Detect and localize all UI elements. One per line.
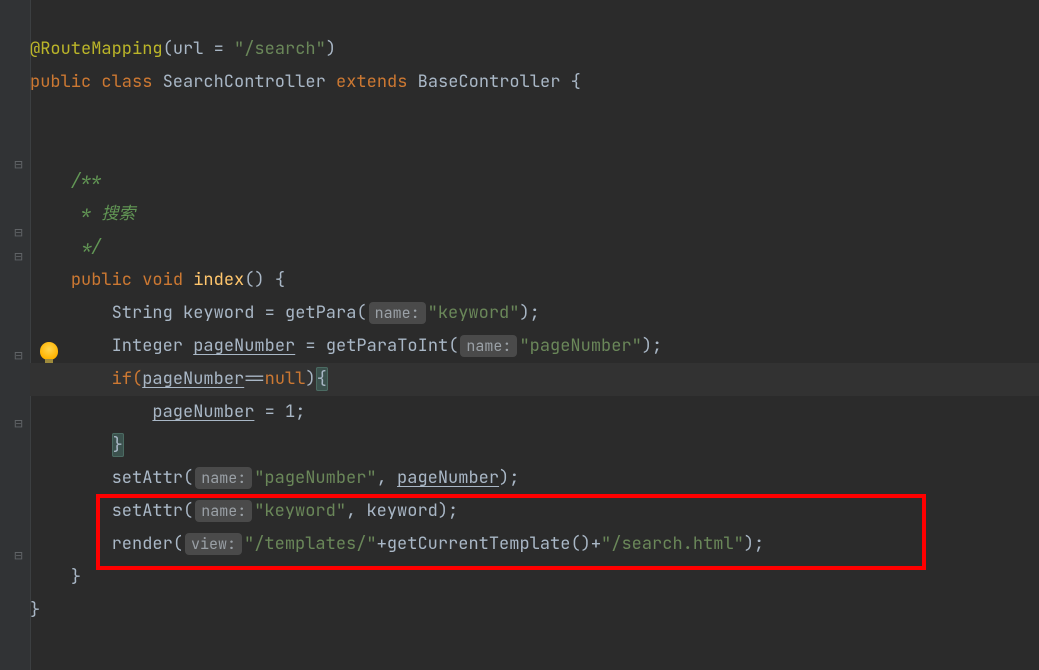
brace: } — [30, 599, 40, 621]
gutter — [0, 0, 31, 670]
punct: () { — [244, 269, 285, 291]
code-line: setAttr(name:"keyword", keyword); — [30, 495, 1039, 528]
string-literal: "keyword" — [428, 302, 520, 324]
method-name: index — [193, 269, 244, 291]
string-literal: "keyword" — [254, 500, 346, 522]
intention-bulb-icon[interactable] — [40, 342, 60, 362]
keyword: null — [265, 368, 306, 390]
string-literal: "/search" — [234, 38, 326, 60]
class-name: BaseController — [418, 71, 561, 93]
code: render( — [112, 533, 183, 555]
fold-icon[interactable] — [12, 549, 25, 562]
param-hint: name: — [460, 335, 517, 357]
keyword: if( — [112, 368, 143, 390]
code-line: } — [30, 429, 1039, 462]
code-line: } — [30, 561, 1039, 594]
code-line: * 搜索 — [30, 198, 1039, 231]
code: Integer — [112, 335, 194, 357]
punct: ) — [305, 368, 315, 390]
variable: pageNumber — [397, 467, 499, 489]
fold-icon[interactable] — [12, 250, 25, 263]
code-line-highlighted: if(pageNumber==null){ — [30, 363, 1039, 396]
fold-icon[interactable] — [12, 417, 25, 430]
punct: ); — [642, 335, 662, 357]
string-literal: "/templates/" — [244, 533, 377, 555]
keyword: public — [71, 269, 132, 291]
code-line: /** — [30, 165, 1039, 198]
code: setAttr( — [112, 500, 194, 522]
keyword: class — [101, 71, 152, 93]
keyword: extends — [336, 71, 407, 93]
punct: ); — [499, 467, 519, 489]
keyword: void — [142, 269, 183, 291]
code: , keyword); — [346, 500, 458, 522]
string-literal: "pageNumber" — [519, 335, 641, 357]
code-line: public void index() { — [30, 264, 1039, 297]
variable: pageNumber — [152, 401, 254, 423]
annotation: @RouteMapping — [30, 38, 163, 60]
punct: ); — [744, 533, 764, 555]
code-line: String keyword = getPara(name:"keyword")… — [30, 297, 1039, 330]
string-literal: "pageNumber" — [254, 467, 376, 489]
brace-matched: } — [112, 433, 124, 457]
fold-icon[interactable] — [12, 226, 25, 239]
param-hint: name: — [195, 467, 252, 489]
brace: } — [71, 566, 81, 588]
param: url = — [173, 38, 234, 60]
code-editor[interactable]: @RouteMapping(url = "/search") public cl… — [30, 0, 1039, 670]
class-name: SearchController — [163, 71, 326, 93]
variable: pageNumber — [142, 368, 244, 390]
param-hint: name: — [369, 302, 426, 324]
punct: , — [377, 467, 397, 489]
code-line — [30, 132, 1039, 165]
code-line: public class SearchController extends Ba… — [30, 66, 1039, 99]
code: +getCurrentTemplate()+ — [377, 533, 601, 555]
code-line — [30, 99, 1039, 132]
keyword: public — [30, 71, 91, 93]
code-line: @RouteMapping(url = "/search") — [30, 33, 1039, 66]
punct: ( — [163, 38, 173, 60]
code: setAttr( — [112, 467, 194, 489]
javadoc: */ — [71, 236, 102, 258]
code-line: pageNumber = 1; — [30, 396, 1039, 429]
fold-icon[interactable] — [12, 349, 25, 362]
brace-matched: { — [316, 367, 328, 391]
code-line — [30, 0, 1039, 33]
punct: ); — [519, 302, 539, 324]
code: = getParaToInt( — [295, 335, 458, 357]
code: String keyword = getPara( — [112, 302, 367, 324]
string-literal: "/search.html" — [601, 533, 744, 555]
code-line: Integer pageNumber = getParaToInt(name:"… — [30, 330, 1039, 363]
javadoc: * 搜索 — [71, 203, 136, 225]
variable: pageNumber — [193, 335, 295, 357]
code-line: } — [30, 594, 1039, 627]
fold-icon[interactable] — [12, 158, 25, 171]
param-hint: name: — [195, 500, 252, 522]
op: == — [244, 368, 264, 390]
code: = 1; — [254, 401, 305, 423]
punct: ) — [326, 38, 336, 60]
code-line: setAttr(name:"pageNumber", pageNumber); — [30, 462, 1039, 495]
param-hint: view: — [185, 533, 242, 555]
lightbulb-icon — [40, 342, 58, 360]
code-line: */ — [30, 231, 1039, 264]
code-line: render(view:"/templates/"+getCurrentTemp… — [30, 528, 1039, 561]
brace: { — [571, 71, 581, 93]
javadoc: /** — [71, 170, 102, 192]
